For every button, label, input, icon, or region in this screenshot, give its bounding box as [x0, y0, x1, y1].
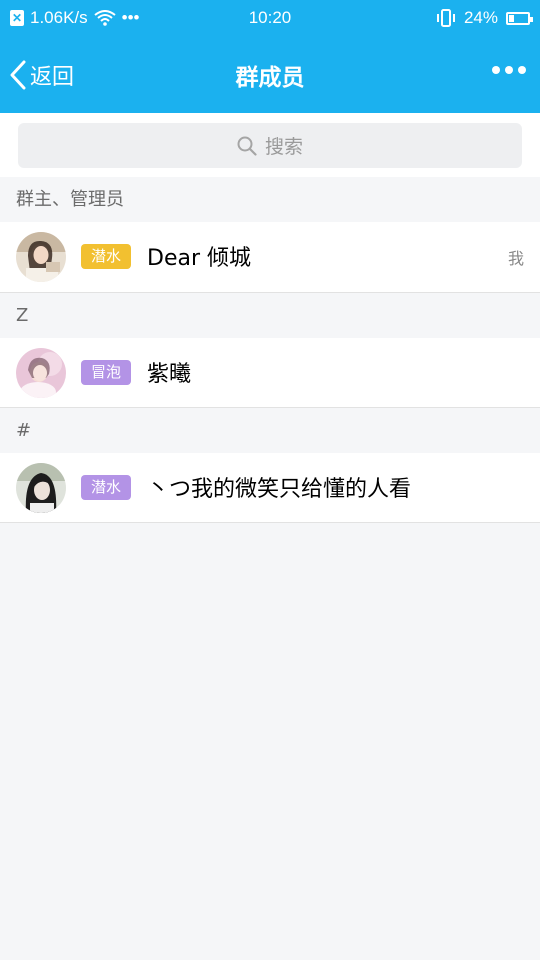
more-button[interactable]: [492, 66, 526, 74]
page-title: 群成员: [235, 65, 305, 91]
member-name: Dear 倾城: [147, 246, 251, 271]
member-row[interactable]: 冒泡 紫曦: [0, 338, 540, 408]
avatar: [16, 463, 66, 513]
search-placeholder: 搜索: [264, 136, 303, 158]
level-badge: 潜水: [81, 475, 131, 500]
avatar: [16, 348, 66, 398]
more-dot-icon: [505, 66, 513, 74]
section-header-z: Z: [0, 293, 540, 338]
member-name: 紫曦: [147, 362, 192, 387]
battery-icon: [506, 11, 533, 25]
more-dot-icon: [518, 66, 526, 74]
vibrate-icon: [436, 9, 455, 27]
level-badge: 冒泡: [81, 360, 131, 385]
status-bar: ✕ 1.06K/s ••• 10:20 24%: [0, 0, 540, 36]
title-bar: 返回 群成员: [0, 36, 540, 113]
member-row[interactable]: 潜水 Dear 倾城 我: [0, 222, 540, 293]
member-name: 丶つ我的微笑只给懂的人看: [147, 477, 412, 502]
section-header-admins: 群主、管理员: [0, 177, 540, 222]
battery-percent: 24%: [463, 8, 498, 27]
member-row[interactable]: 潜水 丶つ我的微笑只给懂的人看: [0, 453, 540, 523]
status-right: 24%: [436, 8, 533, 28]
search-icon: [237, 136, 257, 156]
search-area: 搜索: [0, 113, 540, 177]
more-dot-icon: [492, 66, 500, 74]
level-badge: 潜水: [81, 244, 131, 269]
section-header-hash: #: [0, 408, 540, 453]
avatar: [16, 232, 66, 282]
search-input[interactable]: 搜索: [18, 123, 522, 168]
self-tag: 我: [507, 249, 524, 268]
